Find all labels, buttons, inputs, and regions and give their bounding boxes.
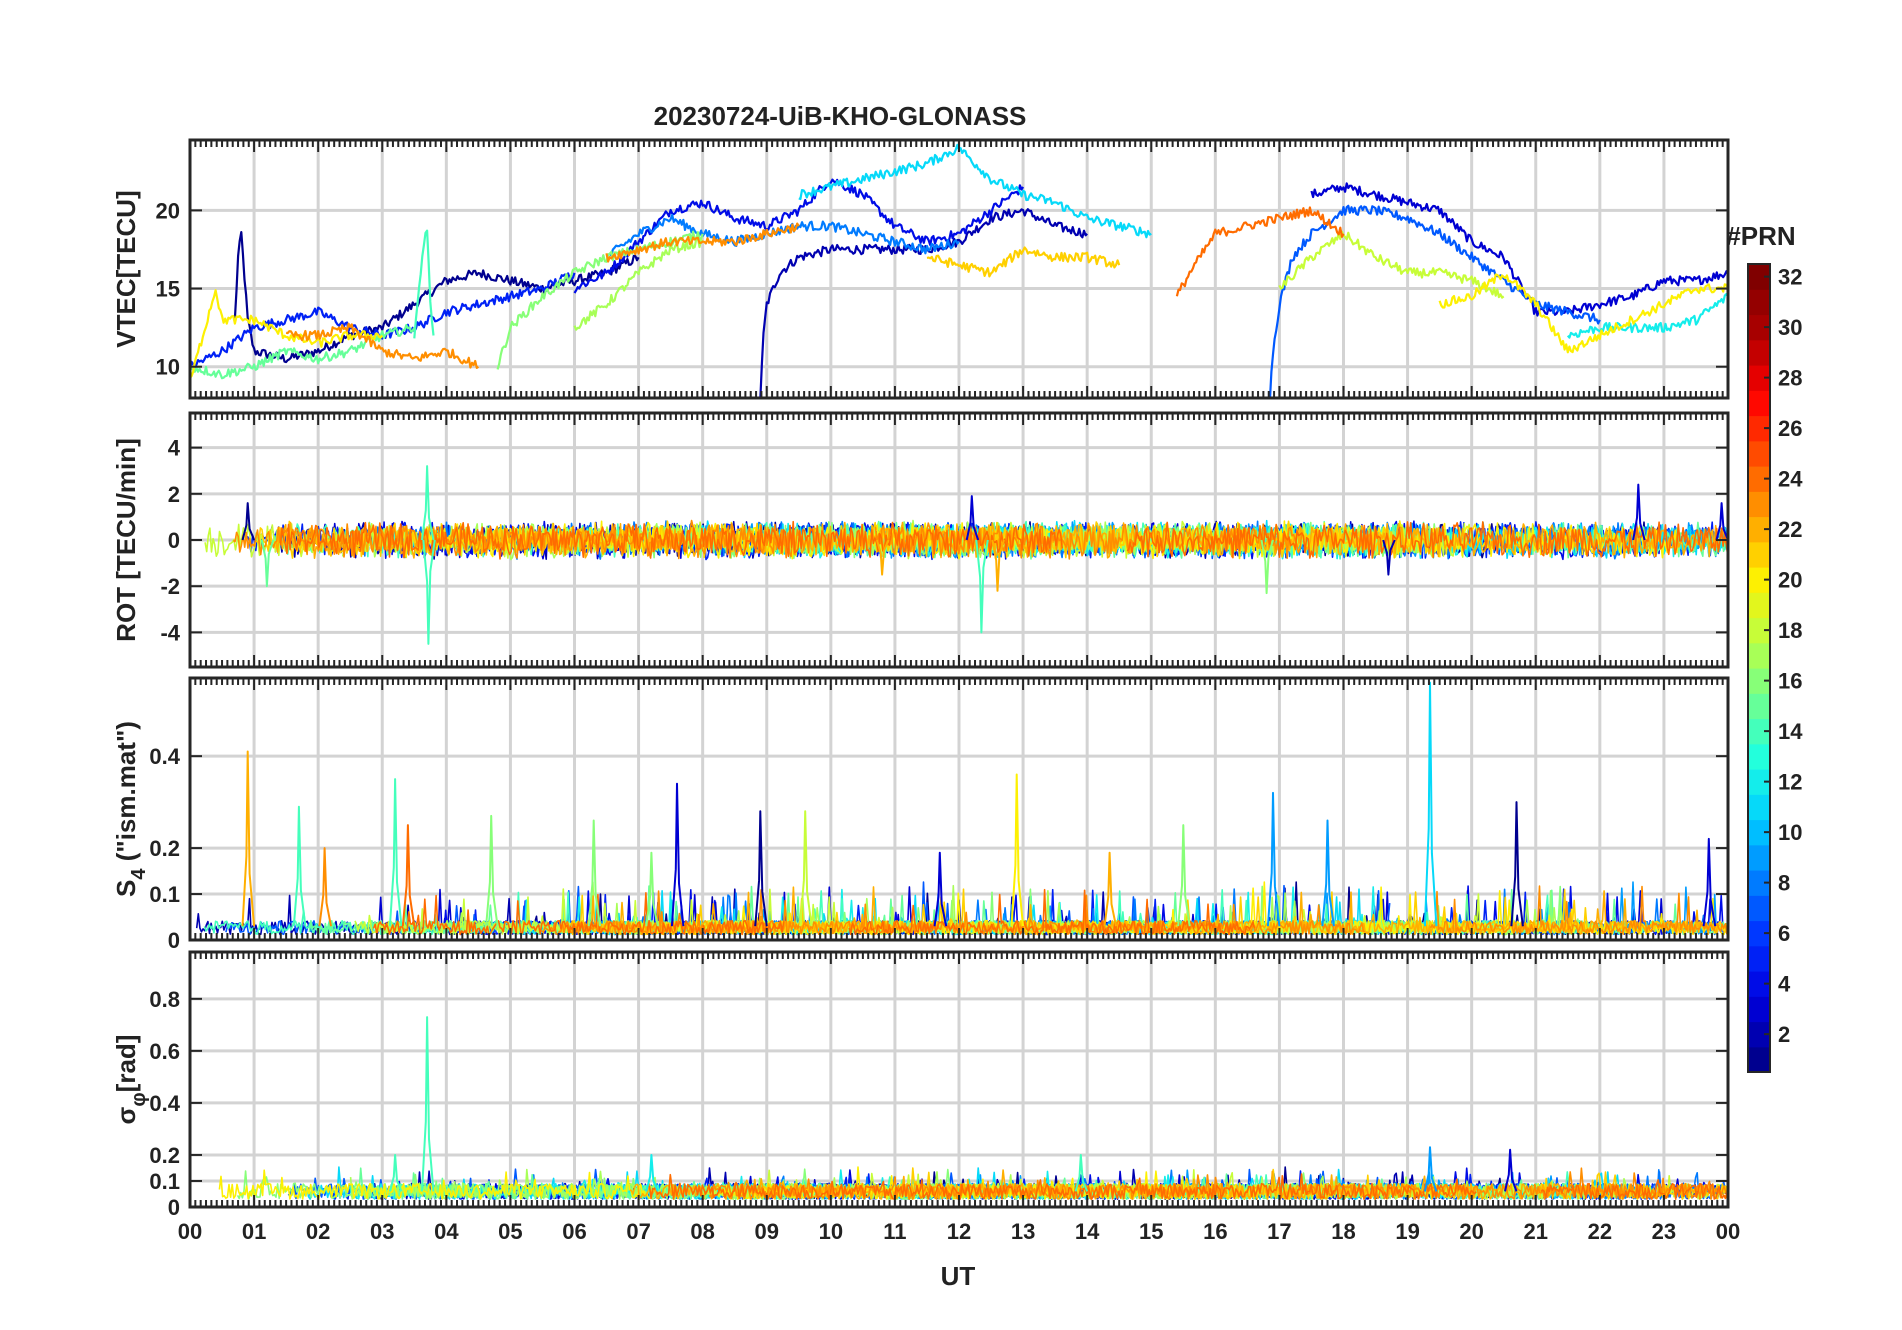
y-tick-label: 0.2 (149, 836, 180, 861)
x-tick-label: 19 (1395, 1219, 1419, 1244)
x-axis-label: UT (941, 1261, 976, 1291)
x-tick-label: 12 (947, 1219, 971, 1244)
figure-title: 20230724-UiB-KHO-GLONASS (654, 101, 1027, 131)
x-tick-label: 02 (306, 1219, 330, 1244)
y-tick-label: 2 (168, 482, 180, 507)
x-tick-label: 08 (690, 1219, 714, 1244)
x-tick-label: 20 (1459, 1219, 1483, 1244)
y-tick-label: 0 (168, 928, 180, 953)
colorbar-segment (1748, 642, 1770, 669)
y-label-main: σ (111, 1106, 141, 1124)
x-tick-label: 18 (1331, 1219, 1355, 1244)
y-tick-label: 0.6 (149, 1039, 180, 1064)
x-tick-label: 10 (819, 1219, 843, 1244)
colorbar-tick-label: 30 (1778, 315, 1802, 340)
colorbar-segment (1748, 1046, 1770, 1073)
colorbar-tick-label: 14 (1778, 719, 1803, 744)
y-tick-label: 0.2 (149, 1143, 180, 1168)
colorbar-segment (1748, 592, 1770, 619)
y-tick-label: -2 (160, 574, 180, 599)
colorbar-segment (1748, 895, 1770, 922)
colorbar-segment (1748, 794, 1770, 821)
colorbar-tick-label: 12 (1778, 770, 1802, 795)
x-tick-label: 14 (1075, 1219, 1100, 1244)
colorbar-tick-label: 20 (1778, 568, 1802, 593)
colorbar-tick-label: 32 (1778, 265, 1802, 290)
y-tick-label: 0.8 (149, 987, 180, 1012)
colorbar-segment (1748, 390, 1770, 417)
colorbar-segment (1748, 844, 1770, 871)
colorbar-segment (1748, 743, 1770, 770)
colorbar-segment (1748, 996, 1770, 1023)
colorbar-tick-label: 24 (1778, 467, 1803, 492)
colorbar-tick-label: 22 (1778, 517, 1802, 542)
y-axis-label: VTEC[TECU] (111, 190, 141, 347)
colorbar-tick-label: 2 (1778, 1022, 1790, 1047)
y-axis-label: ROT [TECU/min] (111, 438, 141, 642)
colorbar-segment (1748, 440, 1770, 467)
colorbar-segment (1748, 339, 1770, 366)
x-tick-label: 07 (626, 1219, 650, 1244)
y-tick-label: -4 (160, 620, 180, 645)
y-tick-label: 0.4 (149, 744, 180, 769)
colorbar-tick-label: 4 (1778, 972, 1791, 997)
figure: 20230724-UiB-KHO-GLONASS 101520VTEC[TECU… (0, 0, 1902, 1330)
colorbar-tick-label: 6 (1778, 921, 1790, 946)
colorbar-title: #PRN (1726, 221, 1795, 251)
y-label-sub: φ (128, 1092, 150, 1106)
x-tick-label: 13 (1011, 1219, 1035, 1244)
y-tick-label: 4 (168, 436, 181, 461)
y-tick-label: 20 (156, 198, 180, 223)
y-tick-label: 0.1 (149, 1169, 180, 1194)
y-tick-label: 0 (168, 528, 180, 553)
x-tick-label: 00 (1716, 1219, 1740, 1244)
colorbar-segment (1748, 945, 1770, 972)
colorbar-tick-label: 26 (1778, 416, 1802, 441)
x-tick-label: 06 (562, 1219, 586, 1244)
x-tick-label: 03 (370, 1219, 394, 1244)
colorbar-segment (1748, 491, 1770, 518)
x-tick-label: 23 (1652, 1219, 1676, 1244)
x-tick-label: 17 (1267, 1219, 1291, 1244)
colorbar-segment (1748, 541, 1770, 568)
y-tick-label: 10 (156, 355, 180, 380)
x-tick-label: 16 (1203, 1219, 1227, 1244)
x-tick-label: 01 (242, 1219, 266, 1244)
x-tick-label: 15 (1139, 1219, 1163, 1244)
x-tick-label: 05 (498, 1219, 522, 1244)
y-tick-label: 15 (156, 277, 180, 302)
colorbar-tick-label: 10 (1778, 820, 1802, 845)
colorbar-tick-label: 16 (1778, 669, 1802, 694)
x-tick-label: 21 (1524, 1219, 1548, 1244)
x-tick-label: 11 (883, 1219, 906, 1244)
y-tick-label: 0.4 (149, 1091, 180, 1116)
colorbar-tick-label: 8 (1778, 871, 1790, 896)
y-tick-label: 0 (168, 1195, 180, 1220)
y-label-tail: ("ism.mat") (111, 721, 141, 868)
colorbar-tick-label: 18 (1778, 618, 1802, 643)
colorbar-segment (1748, 289, 1770, 316)
x-tick-label: 04 (434, 1219, 459, 1244)
y-label-tail: [rad] (111, 1035, 141, 1093)
x-tick-label: 22 (1588, 1219, 1612, 1244)
colorbar-segment (1748, 693, 1770, 720)
y-label-main: S (111, 880, 141, 897)
x-tick-label: 00 (178, 1219, 202, 1244)
y-tick-label: 0.1 (149, 882, 180, 907)
colorbar-tick-label: 28 (1778, 366, 1802, 391)
x-tick-label: 09 (755, 1219, 779, 1244)
